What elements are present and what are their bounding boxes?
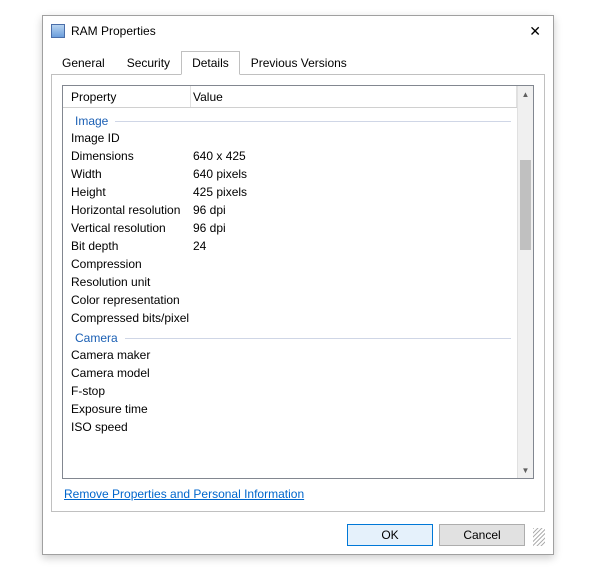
details-panel: Property Value Image Image ID Dimensions… — [51, 74, 545, 512]
titlebar: RAM Properties ✕ — [43, 16, 553, 46]
tab-details[interactable]: Details — [181, 51, 240, 75]
scroll-thumb[interactable] — [520, 160, 531, 250]
property-value: 24 — [191, 239, 517, 253]
property-label: Resolution unit — [63, 275, 191, 289]
property-value: 640 pixels — [191, 167, 517, 181]
property-label: Compression — [63, 257, 191, 271]
row-vertical-resolution[interactable]: Vertical resolution 96 dpi — [63, 219, 517, 237]
app-icon — [51, 24, 65, 38]
details-body: Image Image ID Dimensions 640 x 425 Widt… — [63, 108, 517, 438]
close-icon[interactable]: ✕ — [525, 23, 545, 40]
property-label: Height — [63, 185, 191, 199]
resize-grip[interactable] — [533, 528, 545, 546]
row-dimensions[interactable]: Dimensions 640 x 425 — [63, 147, 517, 165]
button-row: OK Cancel — [43, 520, 553, 554]
row-f-stop[interactable]: F-stop — [63, 382, 517, 400]
property-value: 425 pixels — [191, 185, 517, 199]
details-content: Property Value Image Image ID Dimensions… — [63, 86, 517, 478]
remove-properties-link[interactable]: Remove Properties and Personal Informati… — [64, 487, 304, 501]
cancel-button[interactable]: Cancel — [439, 524, 525, 546]
tab-general[interactable]: General — [51, 51, 116, 75]
tab-security[interactable]: Security — [116, 51, 181, 75]
row-horizontal-resolution[interactable]: Horizontal resolution 96 dpi — [63, 201, 517, 219]
section-image: Image — [63, 110, 517, 129]
row-color-representation[interactable]: Color representation — [63, 291, 517, 309]
property-label: Vertical resolution — [63, 221, 191, 235]
property-value: 96 dpi — [191, 221, 517, 235]
property-label: Horizontal resolution — [63, 203, 191, 217]
row-iso-speed[interactable]: ISO speed — [63, 418, 517, 436]
row-compressed-bits-pixel[interactable]: Compressed bits/pixel — [63, 309, 517, 327]
row-camera-model[interactable]: Camera model — [63, 364, 517, 382]
row-camera-maker[interactable]: Camera maker — [63, 346, 517, 364]
tab-strip: General Security Details Previous Versio… — [43, 46, 553, 74]
property-label: Bit depth — [63, 239, 191, 253]
property-value: 640 x 425 — [191, 149, 517, 163]
property-label: Color representation — [63, 293, 191, 307]
column-header-value[interactable]: Value — [191, 86, 517, 107]
property-label: Image ID — [63, 131, 191, 145]
ok-button[interactable]: OK — [347, 524, 433, 546]
properties-window: RAM Properties ✕ General Security Detail… — [42, 15, 554, 555]
property-label: F-stop — [63, 384, 191, 398]
property-label: Width — [63, 167, 191, 181]
row-image-id[interactable]: Image ID — [63, 129, 517, 147]
property-label: Camera model — [63, 366, 191, 380]
property-value: 96 dpi — [191, 203, 517, 217]
property-label: Compressed bits/pixel — [63, 311, 191, 325]
details-list: Property Value Image Image ID Dimensions… — [62, 85, 534, 479]
scroll-up-icon[interactable]: ▲ — [518, 86, 533, 102]
row-width[interactable]: Width 640 pixels — [63, 165, 517, 183]
scrollbar[interactable]: ▲ ▼ — [517, 86, 533, 478]
row-exposure-time[interactable]: Exposure time — [63, 400, 517, 418]
link-row: Remove Properties and Personal Informati… — [62, 479, 534, 503]
property-label: Exposure time — [63, 402, 191, 416]
row-resolution-unit[interactable]: Resolution unit — [63, 273, 517, 291]
row-compression[interactable]: Compression — [63, 255, 517, 273]
column-header-property[interactable]: Property — [63, 86, 191, 107]
scroll-down-icon[interactable]: ▼ — [518, 462, 533, 478]
property-label: Camera maker — [63, 348, 191, 362]
tab-previous-versions[interactable]: Previous Versions — [240, 51, 358, 75]
section-camera: Camera — [63, 327, 517, 346]
row-height[interactable]: Height 425 pixels — [63, 183, 517, 201]
row-bit-depth[interactable]: Bit depth 24 — [63, 237, 517, 255]
property-label: Dimensions — [63, 149, 191, 163]
window-title: RAM Properties — [71, 24, 525, 38]
property-label: ISO speed — [63, 420, 191, 434]
column-headers: Property Value — [63, 86, 517, 108]
